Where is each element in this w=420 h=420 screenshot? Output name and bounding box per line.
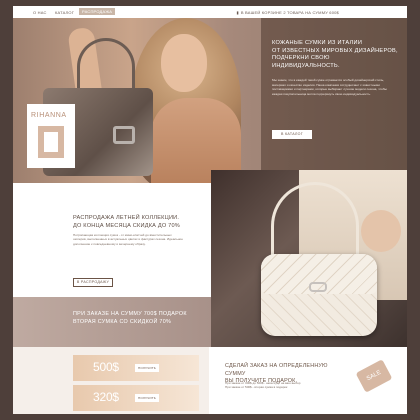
nav-item-about[interactable]: О НАС	[33, 10, 47, 15]
top-navigation: О НАС КАТАЛОГ РАСПРОДАЖА ▮ В ВАШЕЙ КОРЗИН…	[13, 6, 407, 18]
sale-button[interactable]: В РАСПРОДАЖУ	[73, 278, 113, 287]
gift-text: ПРИ ЗАКАЗЕ НА СУММУ 700$ ПОДАРОК ВТОРАЯ …	[73, 311, 203, 326]
cart-text: В ВАШЕЙ КОРЗИНЕ 2 ТОВАРА НА СУММУ 600$	[240, 10, 339, 15]
price-value: 500$	[93, 360, 119, 374]
price-value: 320$	[93, 390, 119, 404]
sale-title-line: ДО КОНЦА МЕСЯЦА СКИДКА ДО 70%	[73, 222, 180, 229]
gift-text-line: ВТОРАЯ СУМКА СО СКИДКОЙ 70%	[73, 318, 172, 325]
gift-text-line: ПРИ ЗАКАЗЕ НА СУММУ 700$ ПОДАРОК	[73, 311, 187, 317]
sale-title-line: РАСПРОДАЖА ЛЕТНЕЙ КОЛЛЕКЦИИ.	[73, 215, 180, 221]
bag-logo-icon	[309, 282, 327, 292]
order-condition: При заказе от 500$ - вторая сумка в пода…	[225, 385, 288, 390]
hero-heading-line: ОТ ИЗВЕСТНЫХ МИРОВЫХ ДИЗАЙНЕРОВ,	[272, 47, 398, 54]
nav-item-sale[interactable]: РАСПРОДАЖА	[79, 8, 116, 15]
order-gift-block: СДЕЛАЙ ЗАКАЗ НА ОПРЕДЕЛЕННУЮ СУММУ ВЫ ПО…	[209, 347, 407, 414]
get-button[interactable]: ПОЛУЧИТЬ	[135, 394, 159, 402]
cart-icon: ▮	[236, 10, 239, 15]
sale-title: РАСПРОДАЖА ЛЕТНЕЙ КОЛЛЕКЦИИ. ДО КОНЦА МЕ…	[73, 215, 213, 230]
price-row: 500$ ПОЛУЧИТЬ	[73, 355, 199, 381]
hero-heading-line: КОЖАНЫЕ СУМКИ ИЗ ИТАЛИИ	[272, 40, 363, 46]
hero-body: Мы знаем, что в каждой такой сумке отраж…	[272, 78, 387, 96]
gift-banner: ПРИ ЗАКАЗЕ НА СУММУ 700$ ПОДАРОК ВТОРАЯ …	[13, 297, 211, 347]
hero-heading: КОЖАНЫЕ СУМКИ ИЗ ИТАЛИИ ОТ ИЗВЕСТНЫХ МИР…	[272, 40, 398, 70]
order-conditions: При заказе от 300$ до 500$ - аксессуар н…	[225, 381, 345, 389]
hero-bag-buckle	[113, 126, 135, 144]
sale-tag-icon: SALE	[355, 359, 393, 393]
cart-summary[interactable]: ▮ В ВАШЕЙ КОРЗИНЕ 2 ТОВАРА НА СУММУ 600$	[236, 10, 341, 15]
sale-body: Потрясающая коллекция сумок - от мини-кл…	[73, 233, 183, 246]
hero-model-face	[161, 34, 207, 92]
hand-image	[361, 210, 401, 252]
brand-card-title: RIHANNA	[31, 112, 67, 119]
get-button[interactable]: ПОЛУЧИТЬ	[135, 364, 159, 372]
hero-heading-line: ПОДЧЕРКНИ СВОЮ ИНДИВИДУАЛЬНОСТЬ.	[272, 55, 340, 69]
hero-text: КОЖАНЫЕ СУМКИ ИЗ ИТАЛИИ ОТ ИЗВЕСТНЫХ МИР…	[272, 40, 398, 96]
page: О НАС КАТАЛОГ РАСПРОДАЖА ▮ В ВАШЕЙ КОРЗИН…	[13, 6, 407, 414]
hero-banner: RIHANNA КОЖАНЫЕ СУМКИ ИЗ ИТАЛИИ ОТ ИЗВЕС…	[13, 18, 407, 183]
nav-item-catalog[interactable]: КАТАЛОГ	[55, 10, 74, 15]
order-title-line: СДЕЛАЙ ЗАКАЗ НА ОПРЕДЕЛЕННУЮ СУММУ	[225, 363, 328, 377]
catalog-button[interactable]: В КАТАЛОГ	[272, 130, 312, 139]
brand-card[interactable]: RIHANNA	[27, 104, 75, 168]
brand-logo-icon	[38, 126, 64, 158]
price-row: 320$ ПОЛУЧИТЬ	[73, 385, 199, 411]
